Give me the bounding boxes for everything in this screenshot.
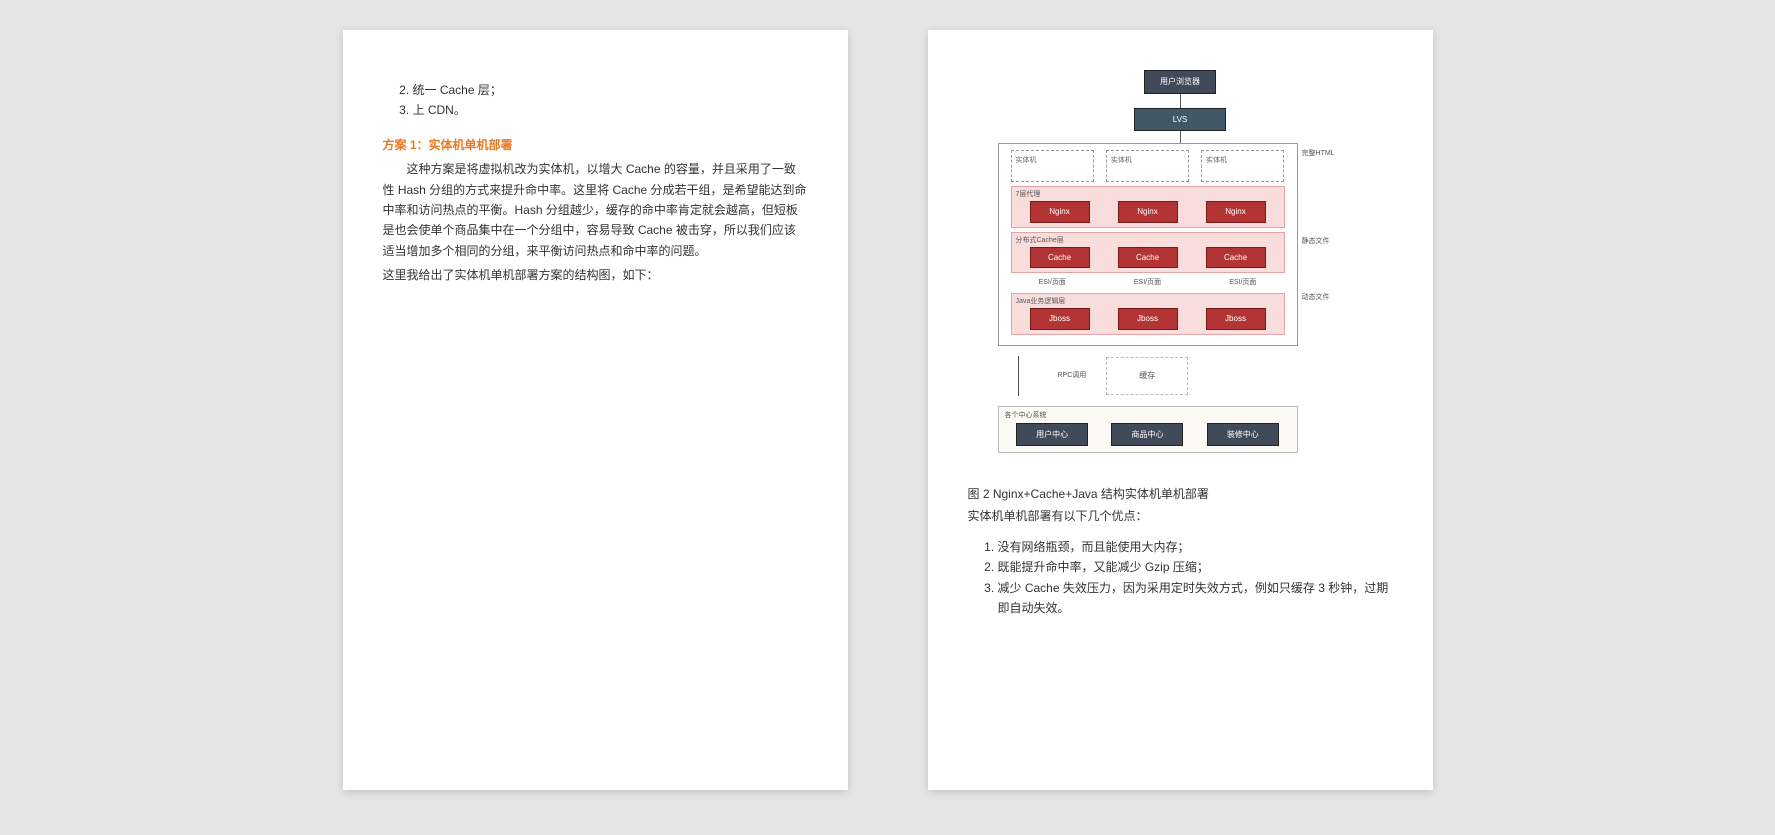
diagram-machine-cluster: 完整HTML 静态文件 动态文件 实体机 实体机 实体机 7层代理 Nginx … [998, 143, 1298, 346]
diagram-machine-label: 实体机 [1016, 155, 1037, 167]
figure-caption: 图 2 Nginx+Cache+Java 结构实体机单机部署 [968, 484, 1393, 504]
list-item: 既能提升命中率，又能减少 Gzip 压缩； [998, 557, 1393, 577]
diagram-layer-label: 分布式Cache层 [1016, 235, 1064, 247]
list-item: 没有网络瓶颈，而且能使用大内存； [998, 537, 1393, 557]
diagram-centers-label: 各个中心系统 [1005, 410, 1047, 422]
document-page-left: 统一 Cache 层； 上 CDN。 方案 1：实体机单机部署 这种方案是将虚拟… [343, 30, 848, 790]
diagram-node-cache: Cache [1206, 247, 1266, 269]
numbered-list: 统一 Cache 层； 上 CDN。 [383, 80, 808, 121]
diagram-layer-label: 7层代理 [1016, 189, 1041, 201]
advantages-list: 没有网络瓶颈，而且能使用大内存； 既能提升命中率，又能减少 Gzip 压缩； 减… [968, 537, 1393, 619]
diagram-side-label-dynamic: 动态文件 [1302, 292, 1342, 304]
paragraph: 这里我给出了实体机单机部署方案的结构图，如下： [383, 265, 808, 285]
diagram-esi-label: ESI/页面 [1039, 277, 1066, 289]
diagram-machine-group: 实体机 [1106, 150, 1189, 182]
diagram-node-nginx: Nginx [1030, 201, 1090, 223]
diagram-node-browser: 用户浏览器 [1144, 70, 1216, 94]
architecture-diagram: 用户浏览器 LVS 完整HTML 静态文件 动态文件 实体机 实体机 实体机 7… [968, 70, 1393, 470]
diagram-node-nginx: Nginx [1206, 201, 1266, 223]
diagram-node-cache: Cache [1030, 247, 1090, 269]
document-page-right: 用户浏览器 LVS 完整HTML 静态文件 动态文件 实体机 实体机 实体机 7… [928, 30, 1433, 790]
diagram-esi-label: ESI/页面 [1229, 277, 1256, 289]
diagram-centers-box: 各个中心系统 用户中心 商品中心 装修中心 [998, 406, 1298, 454]
diagram-machine-label: 实体机 [1111, 155, 1132, 167]
paragraph: 实体机单机部署有以下几个优点： [968, 506, 1393, 526]
diagram-cache-layer: 分布式Cache层 Cache Cache Cache [1011, 232, 1285, 274]
diagram-node-jboss: Jboss [1030, 308, 1090, 330]
diagram-machine-label: 实体机 [1206, 155, 1227, 167]
diagram-node-jboss: Jboss [1206, 308, 1266, 330]
diagram-node-nginx: Nginx [1118, 201, 1178, 223]
diagram-layer-label: Java业务逻辑层 [1016, 296, 1066, 308]
section-heading: 方案 1：实体机单机部署 [383, 135, 808, 155]
diagram-node-lvs: LVS [1134, 108, 1226, 132]
diagram-esi-label: ESI/页面 [1134, 277, 1161, 289]
diagram-rpc-label: RPC调用 [1058, 370, 1087, 382]
diagram-node-decor-center: 装修中心 [1207, 423, 1279, 447]
list-item: 减少 Cache 失效压力，因为采用定时失效方式，例如只缓存 3 秒钟，过期即自… [998, 578, 1393, 619]
diagram-esi-row: ESI/页面 ESI/页面 ESI/页面 [1005, 277, 1291, 289]
diagram-node-user-center: 用户中心 [1016, 423, 1088, 447]
list-item: 统一 Cache 层； [413, 80, 808, 100]
diagram-side-label-html: 完整HTML [1302, 148, 1342, 160]
diagram-node-cache: Cache [1118, 247, 1178, 269]
diagram-machine-group: 实体机 [1201, 150, 1284, 182]
paragraph: 这种方案是将虚拟机改为实体机，以增大 Cache 的容量，并且采用了一致性 Ha… [383, 159, 808, 261]
diagram-proxy-layer: 7层代理 Nginx Nginx Nginx [1011, 186, 1285, 228]
diagram-side-label-static: 静态文件 [1302, 236, 1342, 248]
list-item: 上 CDN。 [413, 100, 808, 120]
diagram-node-jboss: Jboss [1118, 308, 1178, 330]
diagram-dashed-cache: 缓存 [1106, 357, 1188, 395]
diagram-java-layer: Java业务逻辑层 Jboss Jboss Jboss [1011, 293, 1285, 335]
diagram-machine-group: 实体机 [1011, 150, 1094, 182]
diagram-node-product-center: 商品中心 [1111, 423, 1183, 447]
